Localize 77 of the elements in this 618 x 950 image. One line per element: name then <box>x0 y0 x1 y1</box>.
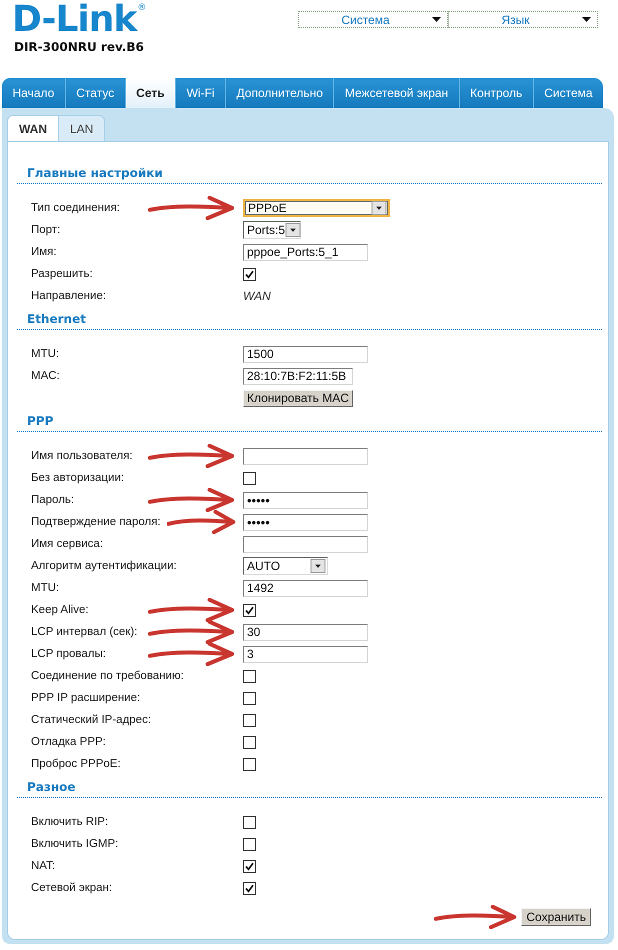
field-label: Имя пользователя: <box>31 450 133 462</box>
field-label: Алгоритм аутентификации: <box>31 560 177 572</box>
text-field[interactable]: 1500 <box>243 346 368 362</box>
field-label: Имя: <box>31 246 57 258</box>
field-label: Порт: <box>31 224 60 236</box>
brand-logo: D-Link$^{®}$ <box>12 2 146 38</box>
save-button[interactable]: Сохранить <box>521 908 591 926</box>
text-field[interactable] <box>243 536 368 552</box>
text-field[interactable]: 30 <box>243 624 368 640</box>
text-field[interactable]: 28:10:7B:F2:11:5B <box>243 368 353 384</box>
section-heading: Главные настройки <box>17 142 602 184</box>
field-label: Разрешить: <box>31 268 93 280</box>
select-field[interactable]: PPPoE <box>243 199 390 217</box>
field-label: NAT: <box>31 860 56 872</box>
checkbox[interactable] <box>243 838 256 850</box>
field-label: Пароль: <box>31 494 74 506</box>
section-heading: Ethernet <box>17 307 602 330</box>
section-heading: Разное <box>17 775 602 798</box>
checkbox[interactable] <box>243 816 256 828</box>
field-label: Без авторизации: <box>31 472 124 484</box>
sub-tab[interactable]: WAN <box>7 115 59 141</box>
form-button[interactable]: Клонировать MAC <box>243 390 353 406</box>
password-field[interactable]: ••••• <box>243 514 368 530</box>
nav-tab[interactable]: Статус <box>64 78 125 108</box>
field-label: LCP провалы: <box>31 648 106 660</box>
field-label: Тип соединения: <box>31 202 120 214</box>
caret-icon[interactable] <box>285 223 302 237</box>
checkbox[interactable] <box>243 758 256 770</box>
nav-tab[interactable]: Дополнительно <box>225 78 334 108</box>
field-label: Keep Alive: <box>31 604 89 616</box>
checkbox[interactable] <box>243 692 256 704</box>
field-label: Включить IGMP: <box>31 838 118 850</box>
nav-tab[interactable]: Сеть <box>124 78 176 108</box>
field-label: Включить RIP: <box>31 816 108 828</box>
field-label: MAC: <box>31 370 60 382</box>
caret-icon <box>432 17 441 22</box>
checkbox[interactable] <box>243 736 256 748</box>
caret-icon <box>582 17 591 22</box>
field-label: Проброс PPPoE: <box>31 758 121 770</box>
checkbox[interactable] <box>243 472 256 484</box>
field-label: Сетевой экран: <box>31 882 112 894</box>
menu-dropdown[interactable]: Язык <box>448 11 598 28</box>
caret-icon[interactable] <box>371 201 387 215</box>
checkbox[interactable] <box>243 670 256 682</box>
field-label: Соединение по требованию: <box>31 670 184 682</box>
nav-tab[interactable]: Межсетевой экран <box>333 78 459 108</box>
text-field[interactable]: 3 <box>243 646 368 662</box>
text-field[interactable]: pppoe_Ports:5_1 <box>243 244 368 260</box>
checkbox[interactable] <box>243 882 256 894</box>
sub-tab[interactable]: LAN <box>59 115 106 141</box>
field-value: WAN <box>243 289 271 303</box>
nav-tab[interactable]: Wi-Fi <box>175 78 226 108</box>
checkbox[interactable] <box>243 268 256 280</box>
nav-tab[interactable]: Начало <box>2 78 65 108</box>
password-field[interactable]: ••••• <box>243 492 368 508</box>
select-field[interactable]: Ports:5 <box>243 221 301 239</box>
field-label: Имя сервиса: <box>31 538 104 550</box>
field-label: Подтверждение пароля: <box>31 516 161 528</box>
nav-tab[interactable]: Контроль <box>458 78 533 108</box>
checkbox[interactable] <box>243 714 256 726</box>
section-heading: PPP <box>17 409 602 432</box>
field-label: Статический IP-адрес: <box>31 714 152 726</box>
nav-tab[interactable]: Система <box>532 78 604 108</box>
text-field[interactable] <box>243 448 368 464</box>
checkbox[interactable] <box>243 604 256 616</box>
menu-dropdown[interactable]: Система <box>298 11 448 28</box>
field-label: MTU: <box>31 582 60 594</box>
model-name: DIR-300NRU rev.B6 <box>14 40 144 54</box>
select-field[interactable]: AUTO <box>243 557 328 575</box>
caret-icon[interactable] <box>310 559 326 573</box>
checkbox[interactable] <box>243 860 256 872</box>
field-label: Направление: <box>31 290 106 302</box>
text-field[interactable]: 1492 <box>243 580 368 596</box>
field-label: Отладка PPP: <box>31 736 106 748</box>
field-label: PPP IP расширение: <box>31 692 140 704</box>
field-label: MTU: <box>31 348 60 360</box>
field-label: LCP интервал (сек): <box>31 626 138 638</box>
